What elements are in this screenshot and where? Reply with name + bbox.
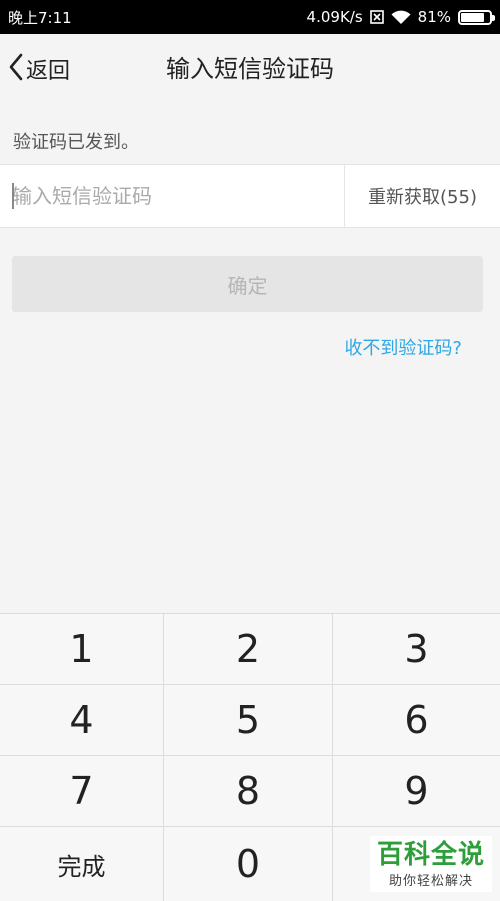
sim-disabled-icon (369, 10, 384, 24)
watermark-logo: 百科全说 助你轻松解决 (370, 836, 492, 892)
confirm-button[interactable]: 确定 (12, 256, 483, 312)
key-3[interactable]: 3 (333, 614, 500, 685)
code-input-row: 重新获取(55) (0, 164, 500, 228)
key-7[interactable]: 7 (0, 756, 164, 827)
verification-code-input[interactable] (0, 165, 344, 227)
key-9[interactable]: 9 (333, 756, 500, 827)
sent-hint: 验证码已发到。 (13, 132, 139, 153)
text-cursor (12, 183, 14, 209)
resend-code-button[interactable]: 重新获取(55) (344, 165, 500, 227)
key-8[interactable]: 8 (164, 756, 333, 827)
watermark-subtitle: 助你轻松解决 (388, 873, 473, 889)
nav-bar: 返回 输入短信验证码 (0, 34, 500, 104)
status-bar: 晚上7:11 4.09K/s 81% (0, 0, 500, 34)
key-2[interactable]: 2 (164, 614, 333, 685)
chevron-left-icon (8, 52, 24, 86)
network-speed: 4.09K/s (306, 8, 363, 26)
wifi-icon (391, 10, 411, 25)
key-done[interactable]: 完成 (0, 827, 164, 901)
key-1[interactable]: 1 (0, 614, 164, 685)
back-button[interactable]: 返回 (8, 34, 70, 104)
key-6[interactable]: 6 (333, 685, 500, 756)
key-4[interactable]: 4 (0, 685, 164, 756)
status-indicators: 4.09K/s 81% (306, 8, 495, 26)
battery-icon (458, 9, 495, 25)
battery-percent: 81% (417, 8, 451, 26)
page-title: 输入短信验证码 (166, 55, 334, 83)
key-0[interactable]: 0 (164, 827, 333, 901)
key-5[interactable]: 5 (164, 685, 333, 756)
no-code-help-link[interactable]: 收不到验证码? (344, 334, 462, 360)
battery-level (461, 12, 484, 22)
watermark-title: 百科全说 (376, 839, 485, 870)
status-time: 晚上7:11 (8, 8, 72, 27)
back-label: 返回 (26, 59, 71, 84)
